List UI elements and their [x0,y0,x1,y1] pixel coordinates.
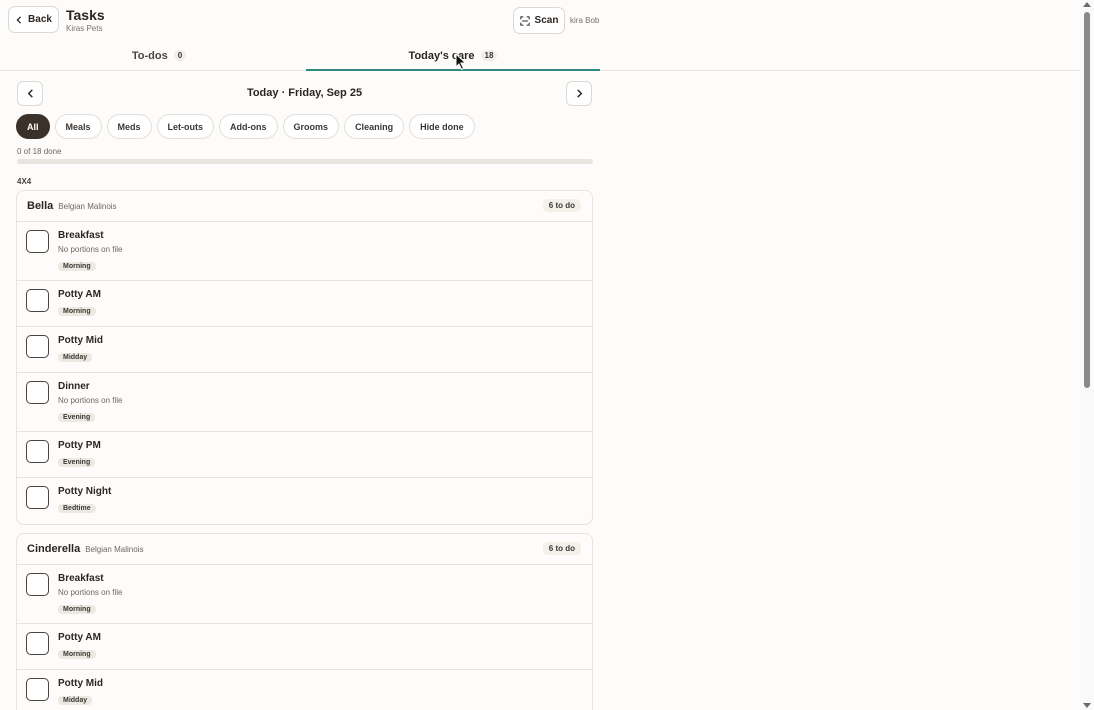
time-tag: Bedtime [58,504,96,513]
task-checkbox[interactable] [26,335,49,358]
task-row: Potty Mid Midday [17,327,592,373]
tab-todos-label: To-dos [131,49,168,62]
time-tag: Morning [58,307,96,316]
task-row: Potty Night Bedtime [17,478,592,524]
time-tag: Morning [58,605,96,614]
next-day-button[interactable] [566,81,592,106]
mouse-cursor-icon [455,53,467,71]
pet-breed: Belgian Malinois [58,201,117,211]
task-row: Potty AM Morning [17,281,592,327]
back-button[interactable]: Back [8,6,59,33]
task-name: Breakfast [58,230,104,241]
filter-meds[interactable]: Meds [106,114,152,139]
time-tag: Midday [58,696,93,705]
task-checkbox[interactable] [26,289,49,312]
pet-header: Bella Belgian Malinois 6 to do [17,191,592,222]
progress-bar [17,159,593,164]
task-checkbox[interactable] [26,486,49,509]
page-subtitle: Kiras Pets [66,24,103,33]
page-title: Tasks [66,7,105,23]
filter-add-ons[interactable]: Add-ons [219,114,278,139]
time-tag: Midday [58,353,93,362]
time-tag: Morning [58,650,96,659]
pet-header: Cinderella Belgian Malinois 6 to do [17,534,592,565]
pet-name: Bella [27,200,54,212]
scan-icon [519,15,530,26]
task-name: Potty PM [58,440,101,451]
pet-card-cinderella: Cinderella Belgian Malinois 6 to do Brea… [16,533,593,710]
scroll-up-arrow-icon[interactable] [1083,2,1091,7]
task-checkbox[interactable] [26,381,49,404]
filter-all[interactable]: All [16,114,50,139]
task-note: No portions on file [58,588,123,597]
task-name: Potty Mid [58,678,103,689]
task-note: No portions on file [58,396,123,405]
time-tag: Morning [58,262,96,271]
scroll-down-arrow-icon[interactable] [1083,703,1091,708]
group-label: 4X4 [17,177,32,186]
time-tag: Evening [58,413,96,422]
task-row: Potty Mid Midday [17,670,592,710]
task-name: Breakfast [58,573,104,584]
user-name[interactable]: kira Bob [570,16,599,25]
task-name: Potty AM [58,632,101,643]
tab-care-count: 18 [480,50,498,61]
task-note: No portions on file [58,245,123,254]
filter-chips: All Meals Meds Let-outs Add-ons Grooms C… [16,114,475,139]
filter-grooms[interactable]: Grooms [282,114,340,139]
filter-let-outs[interactable]: Let-outs [156,114,215,139]
time-tag: Evening [58,458,96,467]
pet-card-bella: Bella Belgian Malinois 6 to do Breakfast… [16,190,593,525]
pet-breed: Belgian Malinois [85,544,144,554]
task-row: Breakfast No portions on file Morning [17,565,592,624]
tab-todays-care[interactable]: Today's care 18 [306,40,600,71]
progress-text: 0 of 18 done [17,147,62,156]
current-date: Today · Friday, Sep 25 [246,87,363,99]
task-row: Potty PM Evening [17,432,592,478]
filter-cleaning[interactable]: Cleaning [344,114,405,139]
tab-todos[interactable]: To-dos 0 [12,40,306,71]
task-name: Potty Mid [58,335,103,346]
chevron-left-icon [27,89,33,98]
back-label: Back [28,14,52,25]
chevron-left-icon [16,15,22,24]
pet-name: Cinderella [27,543,81,555]
task-row: Breakfast No portions on file Morning [17,222,592,281]
tab-todos-count: 0 [173,50,187,61]
chevron-right-icon [576,89,582,98]
previous-day-button[interactable] [17,81,43,106]
task-row: Potty AM Morning [17,624,592,670]
filter-meals[interactable]: Meals [54,114,102,139]
todo-count-badge: 6 to do [542,542,581,555]
task-checkbox[interactable] [26,440,49,463]
top-header: Back Tasks Kiras Pets Scan kira Bob To-d… [0,0,1080,71]
task-name: Potty Night [58,486,112,497]
task-checkbox[interactable] [26,230,49,253]
task-checkbox[interactable] [26,678,49,701]
task-name: Dinner [58,381,90,392]
scroll-thumb[interactable] [1084,12,1090,388]
task-row: Dinner No portions on file Evening [17,373,592,432]
todo-count-badge: 6 to do [542,199,581,212]
vertical-scrollbar[interactable] [1080,0,1094,710]
task-name: Potty AM [58,289,101,300]
task-checkbox[interactable] [26,632,49,655]
task-checkbox[interactable] [26,573,49,596]
scan-label: Scan [534,15,559,26]
filter-hide-done[interactable]: Hide done [409,114,475,139]
scan-button[interactable]: Scan [513,7,565,34]
